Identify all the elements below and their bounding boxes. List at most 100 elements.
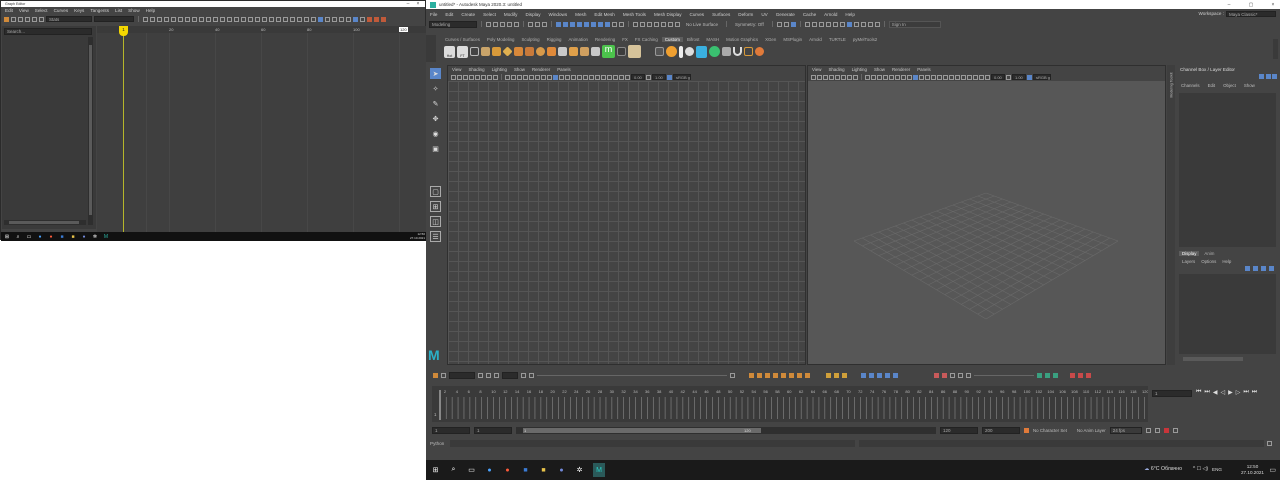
render-icon[interactable]: [818, 21, 824, 27]
menu-edit[interactable]: Edit: [445, 12, 453, 17]
tangent-icon[interactable]: [311, 16, 316, 22]
live-surface-label[interactable]: No Live Surface: [686, 22, 718, 27]
weather-widget[interactable]: ☁ 6°C Облачно: [1144, 466, 1182, 472]
shading-icon[interactable]: [955, 74, 960, 80]
render-icon[interactable]: [853, 21, 859, 27]
shading-icon[interactable]: [895, 74, 900, 80]
language-indicator[interactable]: ENG: [1212, 467, 1222, 472]
shelf-tool-icon[interactable]: [709, 46, 720, 57]
select-tool-icon[interactable]: ➤: [430, 68, 441, 79]
shelf-tab-arnold[interactable]: Arnold: [806, 37, 825, 42]
shading-icon[interactable]: [919, 74, 924, 80]
viewport-menu-lighting[interactable]: Lighting: [492, 67, 507, 72]
gamma-field[interactable]: 1.00: [1012, 74, 1026, 80]
anim-tool-icon[interactable]: [1078, 372, 1083, 378]
component-mode-icon[interactable]: [570, 21, 575, 27]
shading-icon[interactable]: [973, 74, 978, 80]
color-space-select[interactable]: sRGB g: [1033, 74, 1051, 80]
python-label[interactable]: Python: [430, 441, 444, 446]
go-to-end-icon[interactable]: ⏭: [1252, 389, 1257, 396]
symmetry-select[interactable]: Symmetry: Off: [735, 22, 764, 27]
close-icon[interactable]: ×: [411, 1, 425, 7]
step-back-key-icon[interactable]: ⏭: [1204, 389, 1209, 396]
time-slider[interactable]: 2 4 6 8 10 12 14 16 18 20 22 24 26 28 30 32 34 36 38 40 42 44…: [432, 386, 1149, 422]
new-scene-icon[interactable]: [486, 21, 491, 27]
menu-edit-mesh[interactable]: Edit Mesh: [594, 12, 614, 17]
minimize-icon[interactable]: –: [1222, 0, 1236, 9]
tool-icon[interactable]: [346, 16, 351, 22]
snap-icon[interactable]: [661, 21, 666, 27]
audio-icon[interactable]: [1154, 427, 1160, 433]
render-icon[interactable]: [860, 21, 866, 27]
paint-select-tool-icon[interactable]: ✎: [430, 98, 441, 109]
component-mode-icon[interactable]: [591, 21, 596, 27]
camera-icon[interactable]: [463, 74, 468, 80]
outliner-view-icon[interactable]: ☰: [430, 231, 441, 242]
task-view-icon[interactable]: ▭: [26, 232, 32, 241]
tool-icon[interactable]: [11, 16, 16, 22]
camera-icon[interactable]: [475, 74, 480, 80]
menu-select[interactable]: Select: [35, 8, 48, 13]
yandex-browser-icon[interactable]: ●: [503, 466, 512, 475]
windows-start-icon[interactable]: ⊞: [431, 466, 440, 475]
shelf-u-icon[interactable]: [733, 47, 742, 56]
yandex-browser-icon[interactable]: ●: [48, 232, 54, 241]
menu-display[interactable]: Display: [525, 12, 540, 17]
snap-icon[interactable]: [633, 21, 638, 27]
shelf-tab-animation[interactable]: Animation: [565, 37, 591, 42]
anim-tool-icon[interactable]: [478, 372, 483, 378]
shelf-tab-rigging[interactable]: Rigging: [544, 37, 565, 42]
outliner-scrollbar[interactable]: [88, 37, 93, 225]
exposure-icon[interactable]: [985, 74, 990, 80]
shading-icon[interactable]: [967, 74, 972, 80]
camera-icon[interactable]: [487, 74, 492, 80]
tangent-icon[interactable]: [797, 372, 802, 378]
viewport-menu-view[interactable]: View: [812, 67, 821, 72]
loop-icon[interactable]: [1145, 427, 1151, 433]
explorer-icon[interactable]: ■: [539, 466, 548, 475]
menu-curves[interactable]: Curves: [54, 8, 69, 13]
menu-generate[interactable]: Generate: [776, 12, 795, 17]
search-icon[interactable]: ⌕: [449, 466, 458, 475]
menu-edit[interactable]: Edit: [5, 8, 13, 13]
discord-icon[interactable]: ●: [557, 466, 566, 475]
anim-tool-icon[interactable]: [1053, 372, 1058, 378]
settings-gear-icon[interactable]: ✲: [575, 466, 584, 475]
tangent-icon[interactable]: [143, 16, 148, 22]
gamma-icon[interactable]: [646, 74, 651, 80]
shading-icon[interactable]: [877, 74, 882, 80]
steam-icon[interactable]: ●: [485, 466, 494, 475]
tangent-icon[interactable]: [164, 16, 169, 22]
shelf-skull-icon[interactable]: [685, 47, 694, 56]
tangent-icon[interactable]: [283, 16, 288, 22]
tangent-icon[interactable]: [773, 372, 778, 378]
shelf-tab-rendering[interactable]: Rendering: [592, 37, 618, 42]
menu-windows[interactable]: Windows: [549, 12, 568, 17]
modeling-toolkit-tab[interactable]: Modeling Toolkit: [1167, 65, 1175, 365]
tangent-icon[interactable]: [304, 16, 309, 22]
go-to-start-icon[interactable]: ⏮: [1196, 389, 1201, 396]
shelf-s-icon[interactable]: [666, 46, 677, 57]
camera-icon[interactable]: [829, 74, 834, 80]
new-layer-icon[interactable]: [1253, 266, 1258, 271]
shelf-tab-poly-modeling[interactable]: Poly Modeling: [484, 37, 518, 42]
anim-tool-icon[interactable]: [494, 372, 499, 378]
shading-icon[interactable]: [607, 74, 612, 80]
render-icon[interactable]: [846, 21, 852, 27]
view-icon[interactable]: [353, 16, 358, 22]
shelf-tool-icon[interactable]: [617, 47, 626, 56]
shading-icon[interactable]: [535, 74, 540, 80]
snap-icon[interactable]: [640, 21, 645, 27]
menu-surfaces[interactable]: Surfaces: [712, 12, 730, 17]
tangent-icon[interactable]: [192, 16, 197, 22]
search-icon[interactable]: ⌕: [15, 232, 21, 241]
shelf-tool-icon[interactable]: [722, 47, 731, 56]
shading-icon[interactable]: [529, 74, 534, 80]
tangent-icon[interactable]: [178, 16, 183, 22]
camera-icon[interactable]: [457, 74, 462, 80]
maximize-icon[interactable]: ▢: [1244, 0, 1258, 9]
playback-end-field[interactable]: 120: [940, 426, 978, 434]
camera-icon[interactable]: [493, 74, 498, 80]
anim-tool-icon[interactable]: [529, 372, 534, 378]
tangent-icon[interactable]: [248, 16, 253, 22]
